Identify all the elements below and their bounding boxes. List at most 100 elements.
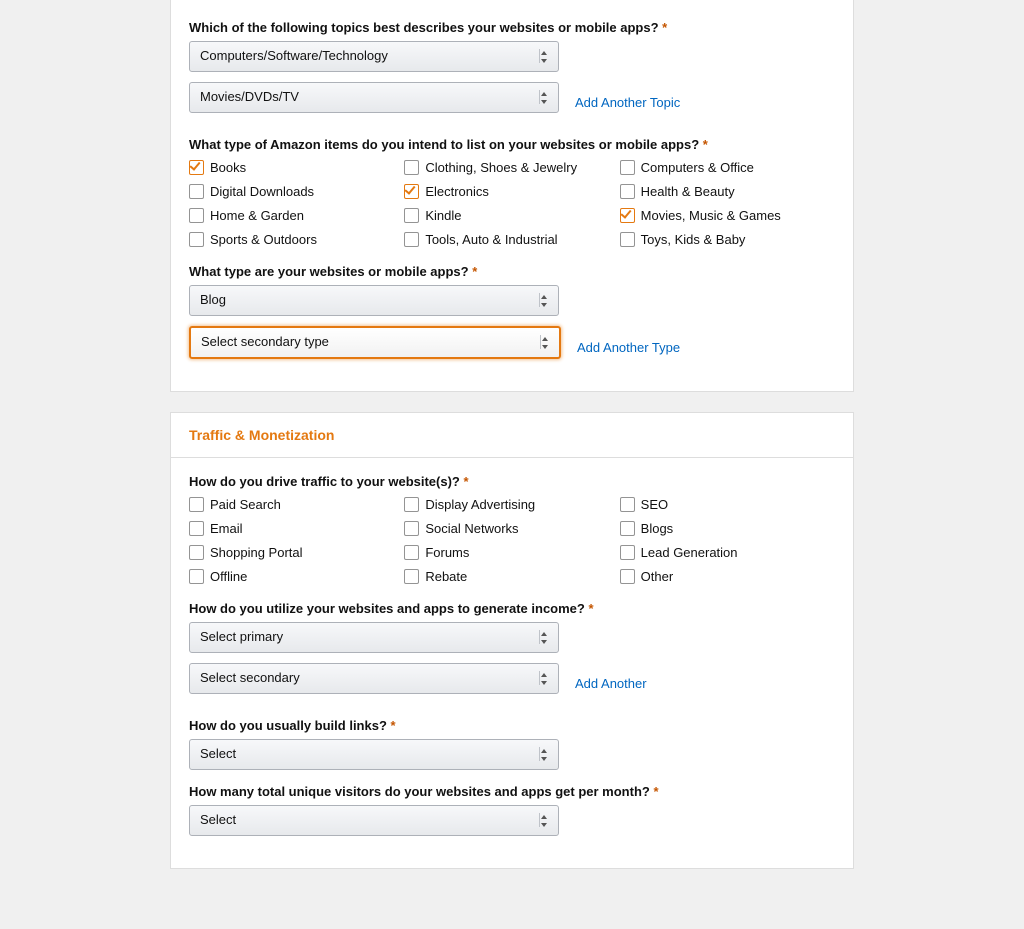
checkbox-label: Email [210,522,243,535]
checkbox-option[interactable]: Paid Search [189,495,404,513]
dropdown-caret-icon [541,295,548,307]
checkbox-option[interactable]: Clothing, Shoes & Jewelry [404,158,619,176]
checkbox-option[interactable]: Forums [404,543,619,561]
links-select[interactable]: Select [189,739,559,770]
checkbox-icon [404,569,419,584]
checkbox-label: SEO [641,498,668,511]
checkbox-icon [404,545,419,560]
dropdown-caret-icon [541,632,548,644]
required-mark: * [391,718,396,733]
checkbox-label: Movies, Music & Games [641,209,781,222]
checkbox-option[interactable]: Display Advertising [404,495,619,513]
required-mark: * [464,474,469,489]
dropdown-caret-icon [541,749,548,761]
checkbox-label: Computers & Office [641,161,754,174]
checkbox-label: Kindle [425,209,461,222]
checkbox-option[interactable]: Sports & Outdoors [189,230,404,248]
question-type: What type are your websites or mobile ap… [189,264,835,279]
checkbox-label: Digital Downloads [210,185,314,198]
required-mark: * [662,20,667,35]
type-select-2-value: Select secondary type [201,334,329,349]
checkbox-option[interactable]: Email [189,519,404,537]
dropdown-caret-icon [541,51,548,63]
checkbox-label: Toys, Kids & Baby [641,233,746,246]
checkbox-label: Display Advertising [425,498,535,511]
income-select-1[interactable]: Select primary [189,622,559,653]
income-select-2-value: Select secondary [200,670,300,685]
topics-select-2-value: Movies/DVDs/TV [200,89,299,104]
checkbox-option[interactable]: Social Networks [404,519,619,537]
add-another-type-link[interactable]: Add Another Type [577,340,680,355]
topics-select-2[interactable]: Movies/DVDs/TV [189,82,559,113]
checkbox-label: Rebate [425,570,467,583]
checkbox-icon [189,184,204,199]
type-select-2[interactable]: Select secondary type [189,326,561,359]
checkbox-option[interactable]: Health & Beauty [620,182,835,200]
checkbox-icon [620,160,635,175]
checkbox-icon [404,497,419,512]
checkbox-label: Health & Beauty [641,185,735,198]
checkbox-option[interactable]: Computers & Office [620,158,835,176]
checkbox-label: Blogs [641,522,674,535]
checkbox-icon [620,208,635,223]
checkbox-option[interactable]: Rebate [404,567,619,585]
checkbox-option[interactable]: Tools, Auto & Industrial [404,230,619,248]
required-mark: * [588,601,593,616]
checkbox-label: Tools, Auto & Industrial [425,233,557,246]
checkbox-option[interactable]: Toys, Kids & Baby [620,230,835,248]
section-title-traffic: Traffic & Monetization [171,413,853,458]
checkbox-icon [620,545,635,560]
checkbox-label: Clothing, Shoes & Jewelry [425,161,577,174]
required-mark: * [703,137,708,152]
dropdown-caret-icon [541,92,548,104]
dropdown-caret-icon [542,337,549,349]
checkbox-icon [189,208,204,223]
checkbox-icon [189,160,204,175]
question-items: What type of Amazon items do you intend … [189,137,835,152]
add-another-topic-link[interactable]: Add Another Topic [575,95,680,110]
checkbox-label: Other [641,570,674,583]
type-select-1-value: Blog [200,292,226,307]
checkbox-icon [404,160,419,175]
checkbox-icon [620,232,635,247]
checkbox-option[interactable]: Blogs [620,519,835,537]
checkbox-icon [404,208,419,223]
checkbox-icon [189,497,204,512]
checkbox-option[interactable]: Books [189,158,404,176]
checkbox-label: Offline [210,570,247,583]
topics-select-1-value: Computers/Software/Technology [200,48,388,63]
checkbox-option[interactable]: Lead Generation [620,543,835,561]
checkbox-option[interactable]: Kindle [404,206,619,224]
checkbox-icon [620,521,635,536]
checkbox-icon [189,569,204,584]
required-mark: * [472,264,477,279]
checkbox-icon [189,545,204,560]
checkbox-option[interactable]: Movies, Music & Games [620,206,835,224]
checkbox-label: Home & Garden [210,209,304,222]
checkbox-label: Electronics [425,185,489,198]
checkbox-option[interactable]: Offline [189,567,404,585]
checkbox-option[interactable]: Other [620,567,835,585]
checkbox-label: Social Networks [425,522,518,535]
checkbox-option[interactable]: Shopping Portal [189,543,404,561]
checkbox-option[interactable]: Digital Downloads [189,182,404,200]
question-links: How do you usually build links? * [189,718,835,733]
add-another-income-link[interactable]: Add Another [575,676,647,691]
checkbox-option[interactable]: Electronics [404,182,619,200]
checkbox-icon [404,184,419,199]
income-select-1-value: Select primary [200,629,283,644]
checkbox-icon [189,521,204,536]
topics-select-1[interactable]: Computers/Software/Technology [189,41,559,72]
checkbox-option[interactable]: SEO [620,495,835,513]
visitors-select-value: Select [200,812,236,827]
checkbox-icon [404,521,419,536]
type-select-1[interactable]: Blog [189,285,559,316]
checkbox-label: Books [210,161,246,174]
question-topics: Which of the following topics best descr… [189,20,835,35]
checkbox-icon [620,184,635,199]
checkbox-option[interactable]: Home & Garden [189,206,404,224]
visitors-select[interactable]: Select [189,805,559,836]
question-income: How do you utilize your websites and app… [189,601,835,616]
checkbox-label: Paid Search [210,498,281,511]
dropdown-caret-icon [541,815,548,827]
